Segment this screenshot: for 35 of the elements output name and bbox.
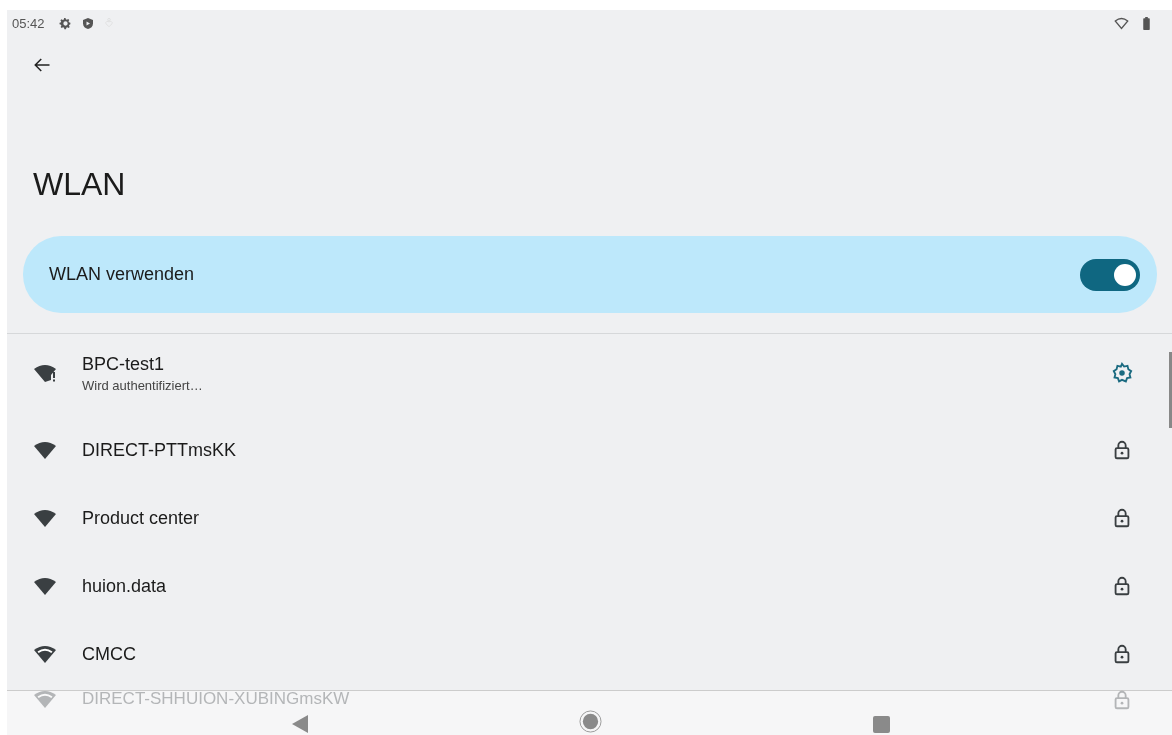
- back-button[interactable]: [33, 56, 51, 74]
- gear-icon: [58, 16, 72, 30]
- square-icon: [873, 716, 890, 733]
- wifi-signal-icon: [33, 689, 57, 709]
- wifi-network-row[interactable]: Product center: [7, 484, 1172, 552]
- status-time: 05:42: [12, 15, 45, 31]
- wifi-signal-icon: [33, 576, 57, 596]
- network-name: huion.data: [82, 575, 167, 597]
- wifi-network-row[interactable]: BPC-test1 Wird authentifiziert…: [7, 335, 1172, 411]
- triangle-icon: [292, 715, 308, 733]
- scrollbar-thumb[interactable]: [1169, 352, 1172, 428]
- network-name: BPC-test1: [82, 353, 165, 375]
- wifi-signal-icon: [33, 508, 57, 528]
- back-nav-button[interactable]: [292, 715, 308, 733]
- shield-icon: [81, 16, 94, 30]
- network-name: CMCC: [82, 643, 136, 665]
- wifi-signal-icon: [33, 440, 57, 460]
- network-name: DIRECT-SHHUION-XUBINGmsKW: [82, 689, 350, 708]
- page-title: WLAN: [33, 166, 127, 204]
- wifi-signal-icon: [33, 363, 57, 383]
- wifi-network-row[interactable]: DIRECT-PTTmsKK: [7, 416, 1172, 484]
- wlan-toggle-label: WLAN verwenden: [49, 264, 196, 285]
- settings-icon[interactable]: [1111, 362, 1133, 384]
- wlan-switch[interactable]: [1080, 258, 1140, 291]
- battery-icon: [1143, 16, 1150, 30]
- circle-icon: [579, 710, 602, 733]
- wifi-network-row[interactable]: huion.data: [7, 552, 1172, 620]
- wifi-network-row[interactable]: CMCC: [7, 620, 1172, 688]
- network-status: Wird authentifiziert…: [82, 377, 203, 393]
- back-arrow-icon: [33, 56, 51, 74]
- home-nav-button[interactable]: [579, 710, 602, 733]
- wifi-icon: [1114, 16, 1129, 30]
- network-name: Product center: [82, 507, 200, 529]
- network-name: DIRECT-PTTmsKK: [82, 439, 236, 461]
- wifi-signal-icon: [33, 644, 57, 664]
